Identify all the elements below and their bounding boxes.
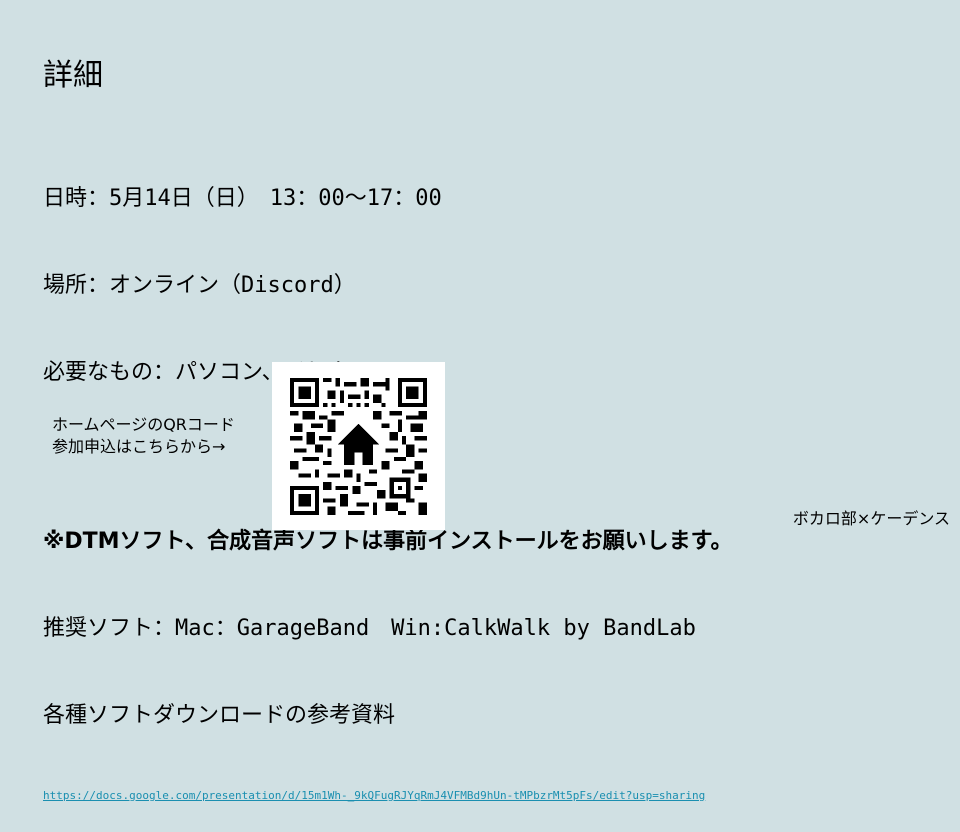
datetime-line: 日時：5月14日（日） 13：00〜17：00 (43, 186, 442, 211)
slide-title: 詳細 (43, 58, 103, 93)
qr-code-card[interactable] (272, 362, 445, 530)
qr-caption-line2: 参加申込はこちらから→ (52, 437, 226, 456)
place-line: 場所：オンライン（Discord） (43, 273, 356, 298)
qr-code-icon (290, 378, 427, 515)
qr-caption-line1: ホームページのQRコード (52, 415, 235, 434)
notice-line: ※DTMソフト、合成音声ソフトは事前インストールをお願いします。 (43, 529, 733, 554)
materials-line: 各種ソフトダウンロードの参考資料 (43, 703, 396, 728)
reference-link[interactable]: https://docs.google.com/presentation/d/1… (43, 788, 732, 803)
qr-caption: ホームページのQRコード 参加申込はこちらから→ (52, 414, 257, 458)
footer-credit: ボカロ部×ケーデンス (792, 509, 950, 528)
recommended-line: 推奨ソフト：Mac：GarageBand Win:CalkWalk by Ban… (43, 616, 696, 641)
